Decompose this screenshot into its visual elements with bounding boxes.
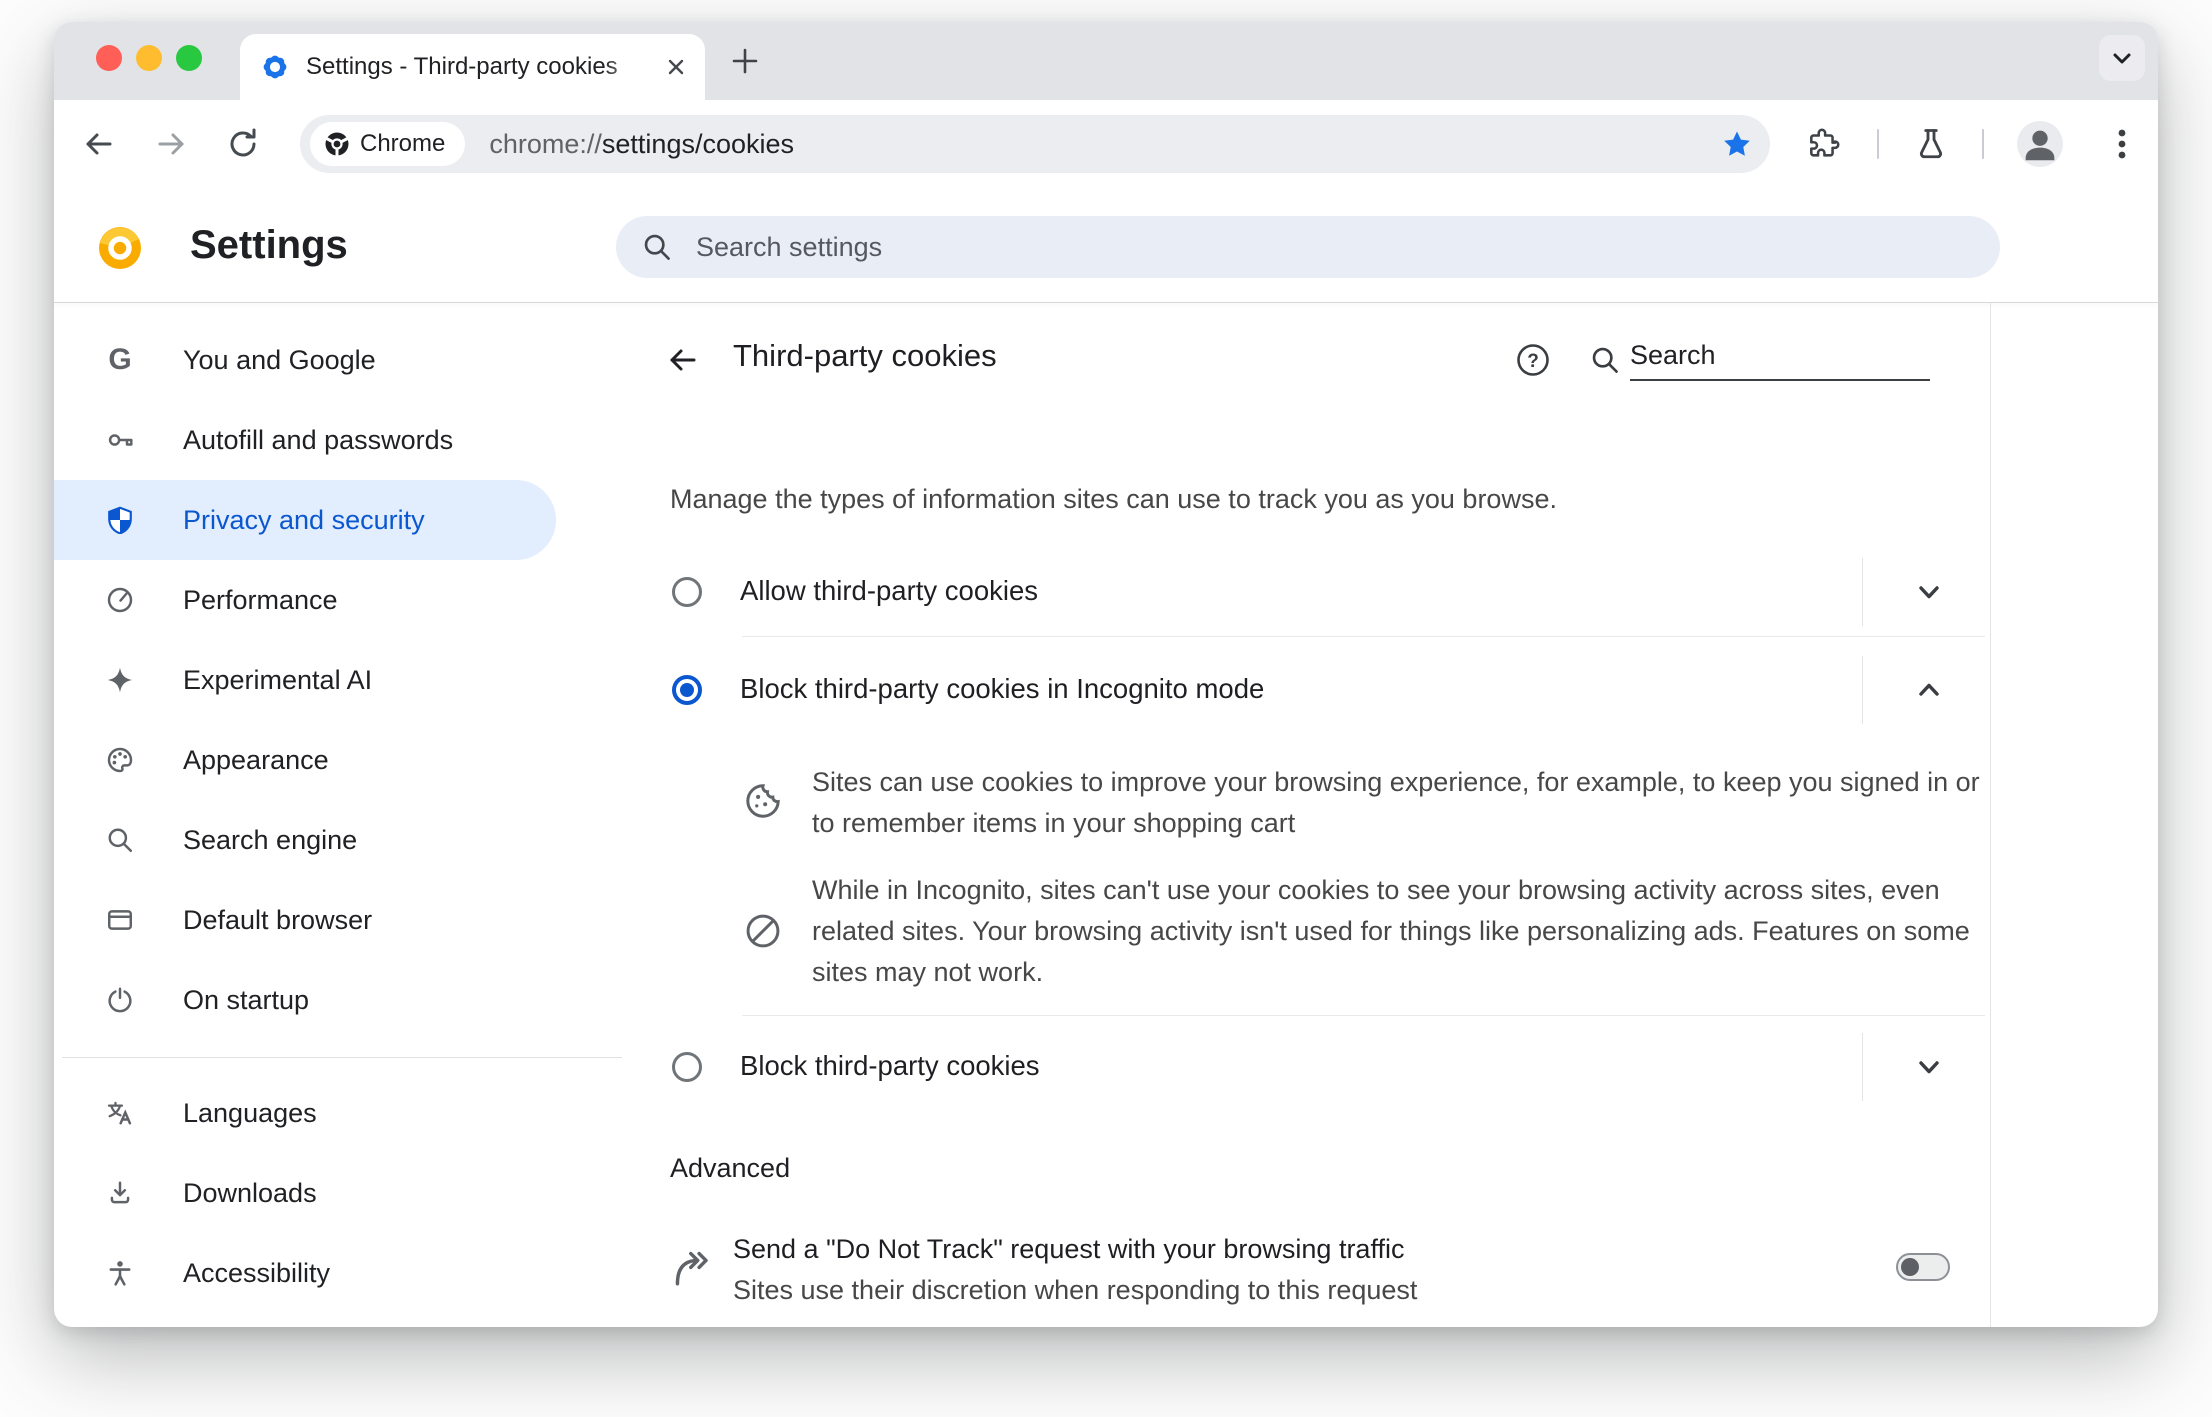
sidebar-item-performance[interactable]: Performance bbox=[54, 560, 556, 640]
radio-block-third-party[interactable] bbox=[672, 1052, 702, 1082]
sidebar-item-privacy-and-security[interactable]: Privacy and security bbox=[54, 480, 556, 560]
toolbar-separator bbox=[1982, 129, 1984, 159]
chrome-logo-icon bbox=[325, 132, 349, 156]
do-not-track-icon bbox=[668, 1246, 712, 1290]
blocked-icon bbox=[744, 912, 782, 950]
search-icon bbox=[106, 826, 134, 854]
close-window-traffic-light[interactable] bbox=[96, 45, 122, 71]
sparkle-icon bbox=[106, 666, 134, 694]
power-icon bbox=[106, 986, 134, 1014]
google-g-icon: G bbox=[108, 343, 132, 376]
dnt-subtitle: Sites use their discretion when respondi… bbox=[733, 1275, 1418, 1305]
extensions-icon[interactable] bbox=[1806, 127, 1840, 161]
detail-text: Sites can use cookies to improve your br… bbox=[812, 767, 1980, 838]
key-icon bbox=[106, 426, 134, 454]
sidebar-item-default-browser[interactable]: Default browser bbox=[54, 880, 556, 960]
sidebar-item-autofill[interactable]: Autofill and passwords bbox=[54, 400, 556, 480]
page-search-icon bbox=[1590, 345, 1620, 375]
back-arrow-icon bbox=[670, 349, 696, 371]
expand-block-button[interactable] bbox=[1913, 1051, 1945, 1083]
experiments-flask-icon[interactable] bbox=[1913, 126, 1949, 162]
chrome-canary-logo bbox=[98, 226, 142, 270]
dnt-toggle[interactable] bbox=[1896, 1253, 1950, 1281]
expand-allow-button[interactable] bbox=[1913, 576, 1945, 608]
tab-title: Settings - Third-party cookies bbox=[306, 53, 655, 81]
settings-gear-favicon-icon bbox=[260, 52, 290, 82]
sidebar-divider bbox=[62, 1057, 622, 1058]
chevron-down-icon bbox=[2113, 53, 2131, 64]
sidebar-item-experimental-ai[interactable]: Experimental AI bbox=[54, 640, 556, 720]
svg-text:?: ? bbox=[1527, 351, 1539, 372]
sidebar-item-languages[interactable]: Languages bbox=[54, 1073, 556, 1153]
active-tab[interactable]: Settings - Third-party cookies bbox=[240, 34, 705, 100]
profile-avatar[interactable] bbox=[2017, 121, 2063, 167]
option-label[interactable]: Block third-party cookies bbox=[740, 1050, 1040, 1082]
radio-allow-third-party[interactable] bbox=[672, 577, 702, 607]
page-title: Third-party cookies bbox=[733, 338, 997, 373]
radio-block-incognito[interactable] bbox=[672, 675, 702, 705]
reload-button[interactable] bbox=[225, 126, 261, 162]
advanced-heading: Advanced bbox=[670, 1153, 791, 1183]
search-icon bbox=[644, 234, 670, 260]
palette-icon bbox=[106, 746, 134, 774]
help-icon: ? bbox=[1517, 344, 1549, 376]
intro-text: Manage the types of information sites ca… bbox=[670, 484, 1557, 514]
forward-button[interactable] bbox=[153, 126, 189, 162]
toolbar-separator bbox=[1877, 129, 1879, 159]
row-separator bbox=[1862, 558, 1863, 626]
tab-search-button[interactable] bbox=[2099, 35, 2145, 81]
chevron-up-icon bbox=[1919, 683, 1939, 696]
translate-icon bbox=[106, 1099, 134, 1127]
settings-search-box[interactable] bbox=[616, 216, 2000, 278]
row-divider bbox=[742, 636, 1985, 637]
site-chip-label: Chrome bbox=[360, 130, 446, 157]
browser-menu-icon[interactable] bbox=[2102, 124, 2142, 164]
sidebar-item-on-startup[interactable]: On startup bbox=[54, 960, 556, 1040]
sidebar-item-appearance[interactable]: Appearance bbox=[54, 720, 556, 800]
minimize-window-traffic-light[interactable] bbox=[136, 45, 162, 71]
person-icon bbox=[2025, 130, 2055, 161]
accessibility-icon bbox=[106, 1259, 134, 1287]
sidebar-item-search-engine[interactable]: Search engine bbox=[54, 800, 556, 880]
chevron-down-icon bbox=[1919, 586, 1939, 599]
new-tab-button[interactable] bbox=[730, 46, 760, 76]
collapse-block-incognito-button[interactable] bbox=[1913, 674, 1945, 706]
site-chip[interactable]: Chrome bbox=[310, 122, 466, 166]
sidebar-item-downloads[interactable]: Downloads bbox=[54, 1153, 556, 1233]
back-to-privacy-button[interactable] bbox=[665, 342, 701, 378]
row-separator bbox=[1862, 1033, 1863, 1101]
page-search-input[interactable] bbox=[1630, 340, 1930, 381]
browser-window: Settings - Third-party cookies Chrome ch… bbox=[54, 22, 2158, 1327]
row-separator bbox=[1862, 656, 1863, 724]
back-button[interactable] bbox=[81, 126, 117, 162]
sidebar-item-accessibility[interactable]: Accessibility bbox=[54, 1233, 556, 1313]
url-text: chrome://settings/cookies bbox=[489, 128, 795, 159]
download-icon bbox=[106, 1179, 134, 1207]
tab-close-icon[interactable] bbox=[663, 54, 689, 80]
chevron-down-icon bbox=[1919, 1061, 1939, 1074]
row-divider bbox=[742, 1015, 1985, 1016]
omnibox[interactable]: Chrome chrome://settings/cookies bbox=[300, 115, 1770, 173]
header-divider bbox=[54, 302, 2158, 303]
speedometer-icon bbox=[106, 586, 134, 614]
page-search-box[interactable] bbox=[1630, 340, 1930, 381]
dnt-title: Send a "Do Not Track" request with your … bbox=[733, 1234, 1405, 1264]
detail-text: While in Incognito, sites can't use your… bbox=[812, 875, 1970, 987]
browser-window-icon bbox=[106, 906, 134, 934]
settings-search-input[interactable] bbox=[694, 230, 1798, 264]
settings-title: Settings bbox=[190, 223, 348, 267]
screenshot-stage: Settings - Third-party cookies Chrome ch… bbox=[0, 0, 2212, 1417]
cookie-icon bbox=[744, 782, 782, 820]
zoom-window-traffic-light[interactable] bbox=[176, 45, 202, 71]
shield-icon bbox=[106, 506, 134, 534]
sidebar-item-you-and-google[interactable]: G You and Google bbox=[54, 320, 556, 400]
option-label[interactable]: Block third-party cookies in Incognito m… bbox=[740, 673, 1264, 705]
option-label[interactable]: Allow third-party cookies bbox=[740, 575, 1038, 607]
help-button[interactable]: ? bbox=[1515, 342, 1551, 378]
toggle-knob bbox=[1901, 1258, 1919, 1276]
bookmark-star-icon[interactable] bbox=[1722, 129, 1752, 159]
